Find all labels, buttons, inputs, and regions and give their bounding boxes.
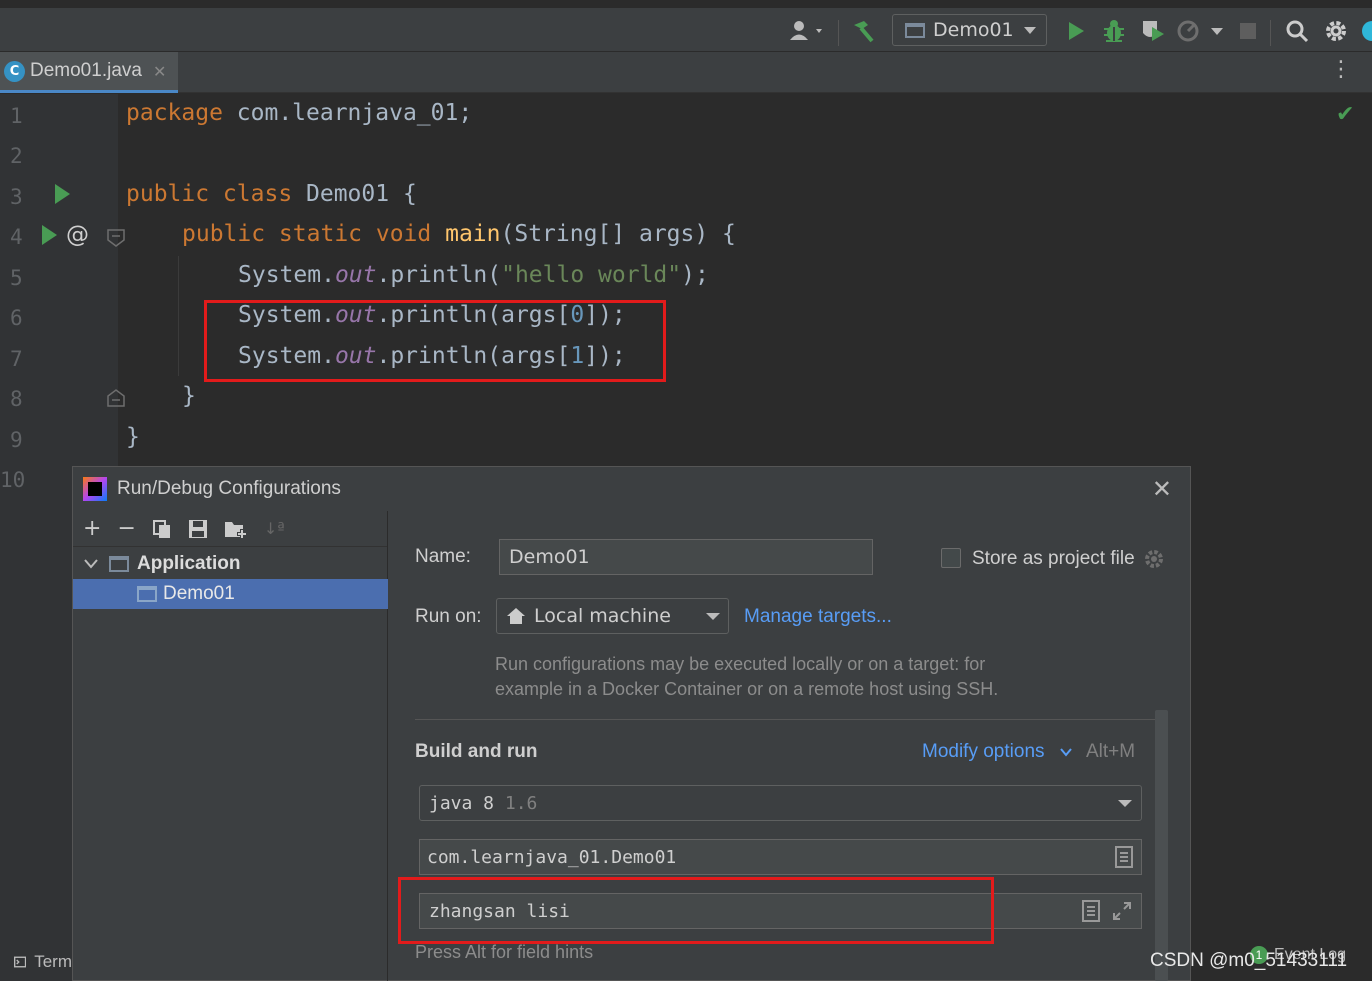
- tree-item-demo01[interactable]: Demo01: [73, 579, 388, 609]
- fold-open-icon[interactable]: [106, 228, 126, 248]
- jdk-version: 1.6: [504, 792, 538, 814]
- jdk-name: java 8: [429, 792, 495, 814]
- code-line-4: public static void main(String[] args) {: [182, 221, 736, 247]
- config-tree-toolbar: + − ↓ª: [73, 511, 387, 547]
- terminal-tool-tab[interactable]: Term: [0, 942, 72, 981]
- run-config-selector[interactable]: Demo01: [892, 14, 1047, 46]
- store-as-project-file-checkbox[interactable]: [941, 548, 961, 568]
- remove-config-icon[interactable]: −: [117, 516, 135, 541]
- chevron-down-icon: [1118, 800, 1132, 807]
- settings-gear-icon[interactable]: [1322, 18, 1350, 44]
- name-label: Name:: [415, 546, 471, 567]
- code-line-3: public class Demo01 {: [126, 181, 417, 207]
- chevron-down-icon: [1024, 26, 1036, 34]
- tree-group-application[interactable]: Application: [73, 549, 388, 579]
- run-on-hint-line2: example in a Docker Container or on a re…: [495, 679, 999, 699]
- application-icon: [109, 556, 129, 572]
- line-number: 8: [10, 387, 23, 411]
- line-number: 7: [10, 347, 23, 371]
- tree-item-label: Demo01: [163, 583, 235, 604]
- browse-class-icon[interactable]: [1115, 846, 1133, 868]
- profiler-icon[interactable]: [1176, 18, 1202, 44]
- line-number: 5: [10, 266, 23, 290]
- main-class-input[interactable]: com.learnjava_01.Demo01: [419, 839, 1142, 875]
- copy-config-icon[interactable]: [152, 519, 172, 539]
- application-config-icon: [905, 22, 925, 38]
- code-line-5: System.out.println("hello world");: [238, 262, 709, 288]
- highlight-box-program-arguments: [398, 877, 994, 944]
- expand-icon[interactable]: [1112, 901, 1132, 921]
- divider: [415, 719, 1163, 720]
- modify-options-shortcut: Alt+M: [1086, 741, 1136, 762]
- line-number: 10: [0, 468, 26, 492]
- user-account-icon[interactable]: [786, 18, 830, 44]
- jdk-dropdown[interactable]: java 8 1.6: [419, 785, 1142, 821]
- line-number: 1: [10, 104, 23, 128]
- dialog-title: Run/Debug Configurations: [117, 478, 341, 499]
- main-toolbar: Demo01: [0, 0, 1372, 52]
- close-tab-icon[interactable]: ✕: [153, 62, 166, 81]
- insert-macro-icon[interactable]: [1082, 900, 1100, 922]
- line-number: 9: [10, 428, 23, 452]
- plugin-logo-icon[interactable]: [1360, 18, 1372, 44]
- run-with-coverage-icon[interactable]: [1138, 18, 1168, 44]
- no-problems-check-icon[interactable]: ✔: [1336, 102, 1354, 127]
- build-and-run-heading: Build and run: [415, 741, 538, 762]
- line-number: 6: [10, 306, 23, 330]
- run-on-dropdown[interactable]: Local machine: [496, 598, 729, 634]
- modify-options-link[interactable]: Modify options: [922, 741, 1045, 763]
- dialog-title-bar[interactable]: Run/Debug Configurations: [73, 467, 1190, 511]
- build-hammer-icon[interactable]: [848, 18, 878, 44]
- intellij-logo-icon: [83, 477, 107, 501]
- tree-group-label: Application: [137, 553, 241, 574]
- chevron-down-icon: [84, 559, 98, 569]
- run-class-gutter-icon[interactable]: [55, 184, 70, 204]
- terminal-icon: [14, 956, 27, 967]
- fold-close-icon[interactable]: [106, 388, 126, 408]
- store-as-project-file-label: Store as project file: [972, 548, 1135, 569]
- config-tree-pane: + − ↓ª Application Demo01: [73, 511, 388, 981]
- editor-tab-bar: C Demo01.java ✕ ⋮: [0, 52, 1372, 93]
- search-icon[interactable]: [1283, 18, 1311, 44]
- run-on-label: Run on:: [415, 606, 482, 627]
- name-value: Demo01: [509, 546, 590, 568]
- more-run-options-icon[interactable]: [1207, 18, 1227, 44]
- annotation-at-icon[interactable]: @: [66, 222, 89, 248]
- tab-more-menu-icon[interactable]: ⋮: [1330, 59, 1352, 81]
- tab-demo01-java[interactable]: C Demo01.java ✕: [0, 52, 178, 93]
- csdn-watermark: CSDN @m0_51433111: [1150, 950, 1348, 971]
- code-line-9: }: [126, 424, 140, 450]
- run-on-value: Local machine: [534, 605, 671, 627]
- code-line-8: }: [182, 383, 196, 409]
- dialog-scrollbar[interactable]: [1155, 710, 1168, 981]
- name-input[interactable]: Demo01: [499, 539, 873, 575]
- save-config-icon[interactable]: [188, 519, 208, 539]
- tab-label: Demo01.java: [30, 60, 142, 81]
- manage-targets-link[interactable]: Manage targets...: [744, 606, 892, 628]
- run-config-label: Demo01: [933, 19, 1014, 41]
- run-main-gutter-icon[interactable]: [42, 225, 57, 245]
- line-number: 2: [10, 144, 23, 168]
- debug-bug-icon[interactable]: [1100, 18, 1128, 44]
- line-number: 3: [10, 185, 23, 209]
- stop-icon[interactable]: [1236, 18, 1260, 44]
- new-folder-icon[interactable]: [224, 519, 248, 539]
- highlight-box-args-lines: [204, 300, 666, 382]
- chevron-down-icon: [706, 613, 720, 620]
- gear-icon[interactable]: [1143, 548, 1165, 570]
- chevron-down-icon[interactable]: [1059, 747, 1073, 757]
- home-icon: [507, 608, 525, 624]
- main-class-value: com.learnjava_01.Demo01: [427, 846, 677, 868]
- add-config-icon[interactable]: +: [83, 516, 101, 541]
- run-icon[interactable]: [1064, 18, 1088, 44]
- line-number: 4: [10, 225, 23, 249]
- run-on-hint-line1: Run configurations may be executed local…: [495, 654, 986, 674]
- sort-alphabetical-icon[interactable]: ↓ª: [264, 519, 285, 538]
- terminal-label: Term: [34, 951, 72, 971]
- code-line-1: package com.learnjava_01;: [126, 100, 473, 126]
- java-class-icon: C: [4, 60, 25, 82]
- application-icon: [137, 586, 157, 602]
- close-icon[interactable]: ✕: [1152, 475, 1172, 503]
